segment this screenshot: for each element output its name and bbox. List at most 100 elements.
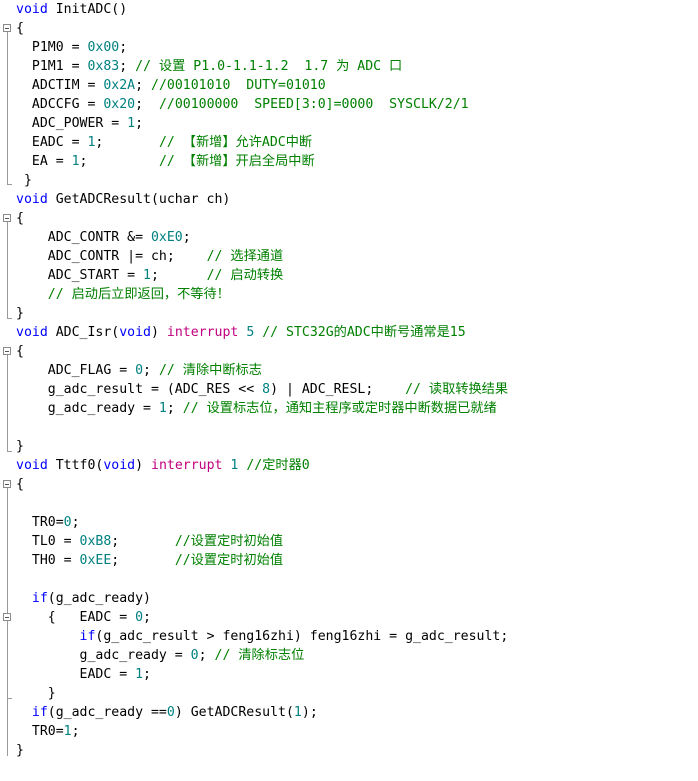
fold-collapse-icon[interactable] — [3, 24, 11, 32]
code-line[interactable]: { — [16, 19, 24, 38]
code-token: } — [16, 686, 56, 701]
code-token: if — [31, 591, 48, 606]
code-line[interactable]: { — [16, 475, 24, 494]
code-line[interactable]: P1M0 = 0x00; — [16, 38, 127, 57]
code-line[interactable]: if(g_adc_ready) — [16, 589, 151, 608]
code-line[interactable]: } — [16, 437, 24, 456]
code-token: } — [16, 173, 32, 188]
code-token: ADC_CONTR &= — [16, 230, 151, 245]
code-token: // 设置 P1.0-1.1-1.2 1.7 为 ADC 口 — [135, 59, 403, 74]
code-token: ; — [135, 116, 144, 131]
code-token: g_adc_result = (ADC_RES << — [16, 382, 263, 397]
code-token: ; — [71, 515, 80, 530]
code-token: ; — [182, 230, 191, 245]
code-token: } — [16, 306, 24, 321]
code-token: 0 — [166, 705, 175, 720]
code-token: //设置定时初始值 — [174, 534, 284, 549]
fold-guide-line — [7, 222, 8, 318]
code-editor[interactable]: void InitADC() { P1M0 = 0x00; P1M1 = 0x83… — [0, 0, 698, 781]
code-token: ADC_Isr( — [47, 325, 120, 340]
code-line[interactable]: { EADC = 0; — [16, 608, 151, 627]
code-token: ) — [151, 325, 167, 340]
code-line[interactable]: void InitADC() — [16, 0, 127, 19]
code-token: ; — [111, 534, 175, 549]
code-line[interactable]: TH0 = 0xEE; //设置定时初始值 — [16, 551, 283, 570]
code-line[interactable]: ADC_CONTR |= ch; // 选择通道 — [16, 247, 283, 266]
code-line[interactable]: TR0=1; — [16, 722, 80, 741]
code-token: TL0 = — [16, 534, 80, 549]
code-line[interactable]: EADC = 1; — [16, 665, 151, 684]
fold-collapse-icon[interactable] — [3, 480, 11, 488]
code-token: { — [16, 477, 24, 492]
fold-end-marker — [7, 184, 12, 185]
code-token: 1 — [135, 667, 144, 682]
code-token: 1 — [293, 705, 302, 720]
fold-guide-line — [7, 488, 8, 756]
code-token: // 启动转换 — [206, 268, 284, 283]
code-token: EADC = — [16, 667, 136, 682]
code-token: // 【新增】允许ADC中断 — [158, 135, 313, 150]
code-line[interactable]: P1M1 = 0x83; // 设置 P1.0-1.1-1.2 1.7 为 AD… — [16, 57, 402, 76]
fold-collapse-icon[interactable] — [3, 214, 11, 222]
code-token: 0 — [135, 363, 144, 378]
code-token: ; — [198, 648, 215, 663]
code-token: P1M1 = — [16, 59, 88, 74]
code-line[interactable]: TR0=0; — [16, 513, 80, 532]
code-token: // STC32G的ADC中断号通常是15 — [262, 325, 466, 340]
code-token: ; — [143, 667, 151, 682]
code-token: 1 — [143, 268, 151, 283]
code-token: ADC_START = — [16, 268, 144, 283]
code-line[interactable]: ADC_START = 1; // 启动转换 — [16, 266, 283, 285]
code-line[interactable]: } — [16, 304, 24, 323]
code-token: } — [16, 743, 24, 758]
code-line[interactable]: g_adc_ready = 1; // 设置标志位，通知主程序或定时器中断数据已… — [16, 399, 497, 418]
code-token: ; — [71, 724, 80, 739]
code-token: // 设置标志位，通知主程序或定时器中断数据已就绪 — [182, 401, 497, 416]
code-line[interactable]: EADC = 1; // 【新增】允许ADC中断 — [16, 133, 312, 152]
code-line[interactable]: g_adc_ready = 0; // 清除标志位 — [16, 646, 305, 665]
code-token: 0 — [63, 515, 72, 530]
code-token: ; — [143, 363, 159, 378]
code-token: ADC_FLAG = — [16, 363, 136, 378]
code-token: // 读取转换结果 — [405, 382, 509, 397]
code-token: ); — [301, 705, 318, 720]
code-line[interactable]: // 启动后立即返回，不等待！ — [16, 285, 230, 304]
fold-collapse-icon[interactable] — [3, 347, 11, 355]
code-token: if — [79, 629, 96, 644]
code-line[interactable]: ADCCFG = 0x20; //00100000 SPEED[3:0]=000… — [16, 95, 469, 114]
code-line[interactable]: { — [16, 342, 24, 361]
fold-end-marker — [7, 451, 12, 452]
code-line[interactable]: void ADC_Isr(void) interrupt 5 // STC32G… — [16, 323, 466, 342]
code-line[interactable]: void GetADCResult(uchar ch) — [16, 190, 230, 209]
fold-end-marker — [7, 318, 12, 319]
code-line[interactable]: ADCTIM = 0x2A; //00101010 DUTY=01010 — [16, 76, 326, 95]
code-token: 1 — [71, 154, 80, 169]
code-token: //设置定时初始值 — [174, 553, 284, 568]
code-line[interactable]: ADC_POWER = 1; — [16, 114, 143, 133]
code-token: 0x20 — [103, 97, 136, 112]
code-token: 0xE0 — [150, 230, 183, 245]
code-line[interactable]: if(g_adc_result > feng16zhi) feng16zhi =… — [16, 627, 509, 646]
code-token: // 【新增】开启全局中断 — [158, 154, 315, 169]
code-line[interactable]: void Tttf0(void) interrupt 1 //定时器0 — [16, 456, 310, 475]
fold-collapse-icon[interactable] — [3, 613, 11, 621]
code-line[interactable]: ADC_FLAG = 0; // 清除中断标志 — [16, 361, 262, 380]
code-line[interactable]: EA = 1; // 【新增】开启全局中断 — [16, 152, 315, 171]
code-line[interactable]: } — [16, 684, 56, 703]
code-token: void — [16, 458, 48, 473]
code-token: if — [31, 705, 48, 720]
code-line[interactable]: g_adc_result = (ADC_RES << 8) | ADC_RESL… — [16, 380, 508, 399]
code-line[interactable]: TL0 = 0xB8; //设置定时初始值 — [16, 532, 283, 551]
code-line[interactable]: { — [16, 209, 24, 228]
code-token: ) GetADCResult( — [174, 705, 294, 720]
code-line[interactable]: } — [16, 741, 24, 760]
code-line[interactable]: if(g_adc_ready ==0) GetADCResult(1); — [16, 703, 318, 722]
code-token: ; — [119, 40, 128, 55]
fold-guide-line — [7, 355, 8, 451]
code-line[interactable]: ADC_CONTR &= 0xE0; — [16, 228, 191, 247]
code-token: //00101010 DUTY=01010 — [151, 78, 326, 93]
code-line[interactable]: } — [16, 171, 32, 190]
